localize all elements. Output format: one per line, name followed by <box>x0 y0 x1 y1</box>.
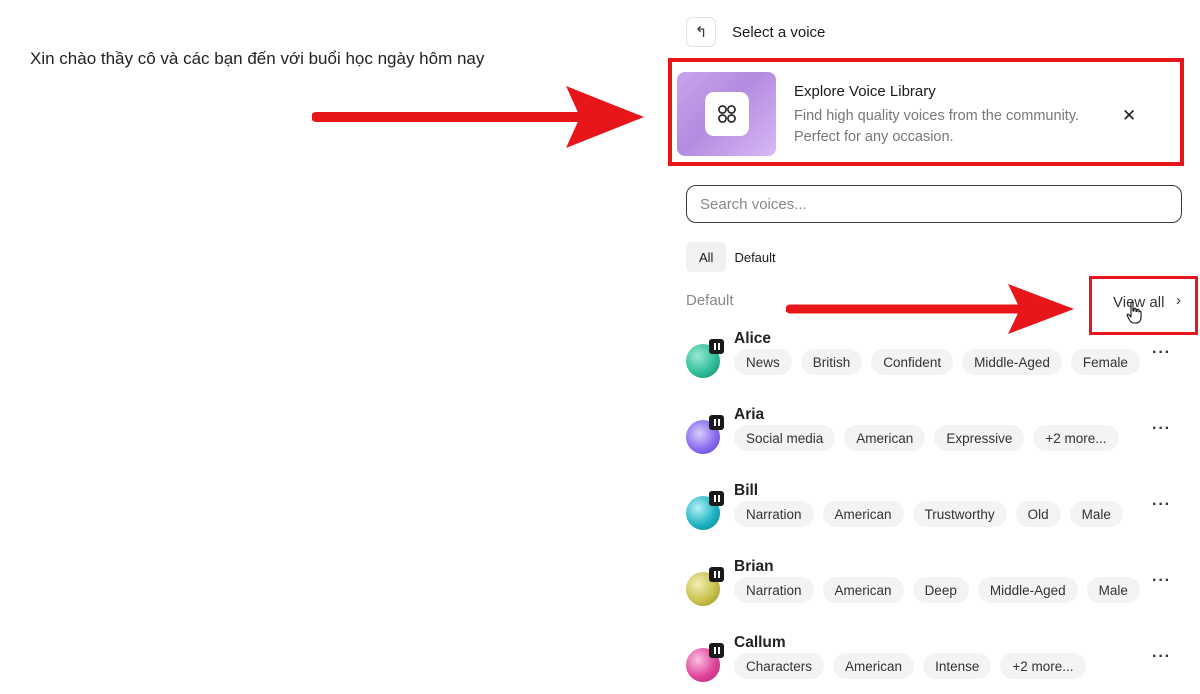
voice-tag: American <box>844 425 926 451</box>
voice-tags: Narration American Trustworthy Old Male <box>734 501 1132 527</box>
voice-tag: News <box>734 349 792 375</box>
pause-icon[interactable] <box>709 339 724 354</box>
voice-name: Aria <box>734 406 765 423</box>
voice-tag: Middle-Aged <box>977 577 1078 603</box>
voice-tag: Male <box>1069 501 1123 527</box>
voice-tag: Old <box>1015 501 1061 527</box>
voice-tag: Narration <box>734 501 814 527</box>
voice-row-aria[interactable]: Aria Social media American Expressive +2… <box>686 406 1186 466</box>
more-options-icon[interactable]: ··· <box>1152 344 1171 362</box>
voice-tag: Confident <box>871 349 954 375</box>
search-input[interactable] <box>700 195 1160 213</box>
more-options-icon[interactable]: ··· <box>1152 496 1171 514</box>
chevron-right-icon[interactable]: › <box>1176 292 1181 309</box>
section-label: Default <box>686 292 734 309</box>
view-all-highlight: View all › <box>1089 276 1198 335</box>
explore-thumbnail <box>677 72 776 156</box>
voice-tag: Trustworthy <box>912 501 1007 527</box>
voice-tag: American <box>822 577 904 603</box>
voice-tag: Female <box>1070 349 1140 375</box>
voice-tag: American <box>822 501 904 527</box>
close-icon[interactable]: ✕ <box>1122 106 1136 126</box>
grid-four-circles-icon <box>705 92 749 136</box>
search-box[interactable] <box>686 185 1182 223</box>
voice-picker-panel: ↰ Select a voice Explore Voice Library F… <box>668 0 1198 682</box>
undo-arrow-icon[interactable]: ↰ <box>686 17 716 47</box>
voice-tag[interactable]: +2 more... <box>1000 653 1086 679</box>
more-options-icon[interactable]: ··· <box>1152 420 1171 438</box>
editor-text: Xin chào thầy cô và các bạn đến với buổi… <box>30 49 485 68</box>
voice-tag: Characters <box>734 653 825 679</box>
voice-name: Alice <box>734 330 772 347</box>
voice-tags: News British Confident Middle-Aged Femal… <box>734 349 1149 375</box>
voice-name: Callum <box>734 634 786 651</box>
pause-icon[interactable] <box>709 491 724 506</box>
voice-name: Brian <box>734 558 774 575</box>
voice-tag: Male <box>1086 577 1140 603</box>
more-options-icon[interactable]: ··· <box>1152 572 1171 590</box>
voice-row-alice[interactable]: Alice News British Confident Middle-Aged… <box>686 330 1186 390</box>
voice-tag: Narration <box>734 577 814 603</box>
more-options-icon[interactable]: ··· <box>1152 648 1171 666</box>
voice-name: Bill <box>734 482 759 499</box>
voice-tag: Middle-Aged <box>962 349 1062 375</box>
pause-icon[interactable] <box>709 643 724 658</box>
pause-icon[interactable] <box>709 567 724 582</box>
filter-all[interactable]: All <box>686 242 727 272</box>
voice-tag: Intense <box>923 653 992 679</box>
filter-default[interactable]: Default <box>726 242 783 272</box>
voice-row-callum[interactable]: Callum Characters American Intense +2 mo… <box>686 634 1186 694</box>
voice-tag[interactable]: +2 more... <box>1033 425 1119 451</box>
filter-tabs: All Default <box>686 242 784 272</box>
hand-cursor-icon <box>1126 301 1142 324</box>
explore-description: Find high quality voices from the commun… <box>794 108 1080 145</box>
voice-tag: American <box>833 653 915 679</box>
voice-tags: Narration American Deep Middle-Aged Male <box>734 577 1149 603</box>
voice-row-brian[interactable]: Brian Narration American Deep Middle-Age… <box>686 558 1186 618</box>
panel-title: Select a voice <box>732 23 826 41</box>
voice-tag: Expressive <box>934 425 1025 451</box>
panel-header: ↰ Select a voice <box>686 17 825 47</box>
voice-tag: British <box>800 349 863 375</box>
explore-title: Explore Voice Library <box>794 83 936 100</box>
annotation-arrow-explore <box>312 86 644 148</box>
explore-voice-library-card[interactable]: Explore Voice Library Find high quality … <box>668 58 1184 166</box>
voice-tag: Deep <box>912 577 969 603</box>
voice-tags: Characters American Intense +2 more... <box>734 653 1095 679</box>
voice-row-bill[interactable]: Bill Narration American Trustworthy Old … <box>686 482 1186 542</box>
voice-tags: Social media American Expressive +2 more… <box>734 425 1128 451</box>
voice-tag: Social media <box>734 425 836 451</box>
pause-icon[interactable] <box>709 415 724 430</box>
